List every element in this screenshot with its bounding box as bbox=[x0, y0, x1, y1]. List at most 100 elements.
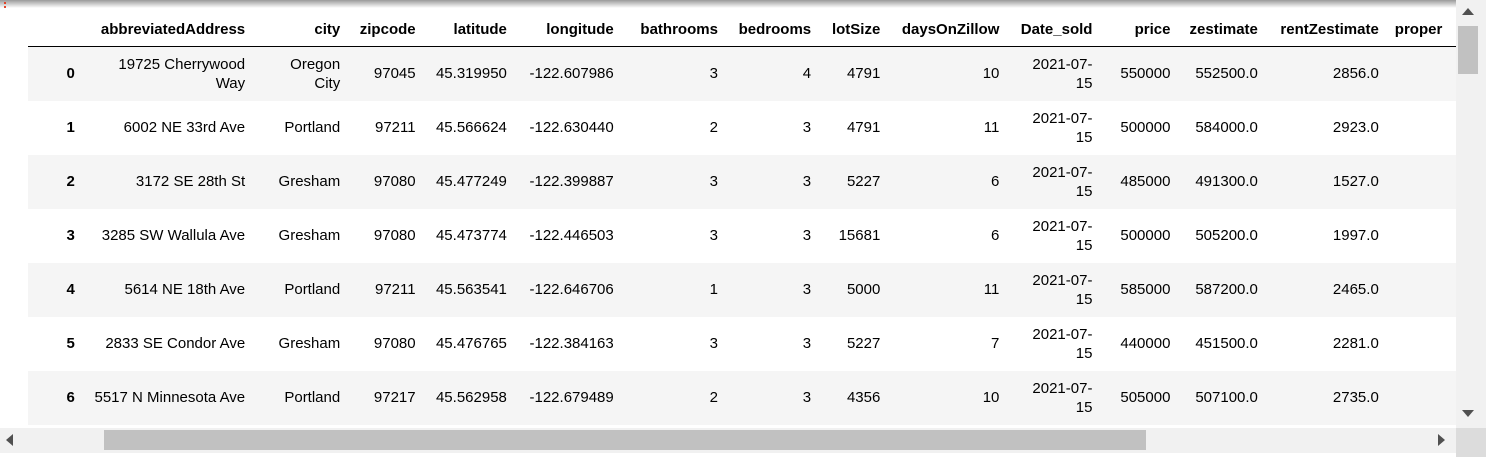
row-index: 4 bbox=[66, 281, 75, 298]
table-body: 0 19725 Cherrywood Way Oregon City 97045 45.… bbox=[28, 46, 1456, 425]
column-header-abbreviatedAddress: abbreviatedAddress bbox=[82, 12, 254, 47]
table-cell bbox=[1387, 101, 1456, 155]
table-row: 1 6002 NE 33rd Ave Portland 97211 45.566624 -… bbox=[28, 100, 1456, 155]
table-row: 0 19725 Cherrywood Way Oregon City 97045 45.… bbox=[28, 46, 1456, 101]
column-header-city: city bbox=[253, 12, 349, 47]
table-cell: 491300.0 bbox=[1195, 173, 1258, 190]
column-header-price: price bbox=[1100, 12, 1179, 47]
table-cell: 585000 bbox=[1120, 281, 1171, 298]
table-cell: 552500.0 bbox=[1195, 65, 1258, 83]
table-cell: 3 bbox=[802, 119, 812, 136]
table-cell: 10 bbox=[982, 389, 1000, 406]
table-cell: 5517 N Minnesota Ave bbox=[94, 389, 246, 406]
table-cell: 2856.0 bbox=[1332, 65, 1379, 83]
column-header-bathrooms: bathrooms bbox=[621, 12, 726, 47]
table-cell: 2021-07- 15 bbox=[1032, 163, 1093, 200]
table-cell: 550000 bbox=[1120, 65, 1171, 83]
table-cell: Gresham bbox=[278, 173, 341, 190]
scroll-down-arrow-icon[interactable] bbox=[1462, 410, 1474, 417]
table-cell: 97211 bbox=[375, 119, 416, 136]
horizontal-scrollbar[interactable] bbox=[0, 428, 1456, 453]
dataframe-output: abbreviatedAddress city zipcode latitude lon… bbox=[0, 0, 1456, 428]
table-cell: 2021-07- 15 bbox=[1032, 217, 1093, 254]
table-cell: 505000 bbox=[1120, 389, 1171, 406]
table-cell: 45.562958 bbox=[435, 389, 507, 406]
table-cell: 11 bbox=[983, 281, 1000, 298]
table-cell: 15681 bbox=[838, 227, 881, 244]
table-cell: 2021-07- 15 bbox=[1032, 379, 1093, 416]
table-cell: 97080 bbox=[373, 335, 416, 352]
table-cell: 2021-07- 15 bbox=[1032, 325, 1093, 362]
table-cell: 3 bbox=[709, 335, 718, 352]
row-index: 2 bbox=[66, 173, 75, 190]
table-cell: -122.646706 bbox=[529, 281, 614, 298]
horizontal-scroll-thumb[interactable] bbox=[104, 430, 1146, 450]
table-cell: -122.446503 bbox=[529, 227, 614, 244]
table-cell: 6 bbox=[991, 173, 1000, 190]
table-cell: 2281.0 bbox=[1332, 335, 1379, 352]
table-row: 2 3172 SE 28th St Gresham 97080 45.477249 -12… bbox=[28, 154, 1456, 209]
table-cell: 2021-07- 15 bbox=[1032, 55, 1093, 92]
table-cell: 10 bbox=[982, 65, 1000, 83]
table-cell: 5227 bbox=[846, 335, 881, 352]
table-cell: 2833 SE Condor Ave bbox=[105, 335, 246, 352]
table-cell: 97080 bbox=[373, 227, 416, 244]
table-cell: 3 bbox=[802, 173, 812, 190]
table-cell: 1527.0 bbox=[1332, 173, 1379, 190]
table-cell: 485000 bbox=[1120, 173, 1171, 190]
table-cell: 500000 bbox=[1120, 227, 1171, 244]
table-cell bbox=[1387, 263, 1456, 317]
table-cell: 3 bbox=[709, 227, 718, 244]
table-row: 4 5614 NE 18th Ave Portland 97211 45.563541 -… bbox=[28, 262, 1456, 317]
vertical-scrollbar[interactable] bbox=[1456, 0, 1486, 428]
table-cell: 451500.0 bbox=[1195, 335, 1258, 352]
table-cell: Oregon City bbox=[290, 55, 341, 92]
row-index: 3 bbox=[66, 227, 75, 244]
table-cell: 2735.0 bbox=[1332, 389, 1379, 406]
table-cell: 4791 bbox=[846, 65, 881, 83]
column-header-rentZestimate: rentZestimate bbox=[1265, 12, 1387, 47]
table-row: 6 5517 N Minnesota Ave Portland 97217 45.562… bbox=[28, 370, 1456, 425]
table-cell: 584000.0 bbox=[1195, 119, 1258, 136]
table-cell: 2 bbox=[709, 389, 718, 406]
table-cell: 4791 bbox=[846, 119, 881, 136]
column-header-lotSize: lotSize bbox=[819, 12, 889, 47]
table-cell: 4356 bbox=[846, 389, 881, 406]
scroll-right-arrow-icon[interactable] bbox=[1438, 434, 1445, 446]
table-cell: 500000 bbox=[1120, 119, 1171, 136]
vertical-scroll-thumb[interactable] bbox=[1458, 26, 1478, 74]
row-index: 5 bbox=[66, 335, 75, 352]
dataframe-table: abbreviatedAddress city zipcode latitude lon… bbox=[28, 12, 1456, 425]
scroll-up-arrow-icon[interactable] bbox=[1462, 8, 1474, 15]
column-header-daysOnZillow: daysOnZillow bbox=[888, 12, 1008, 47]
table-cell: 3172 SE 28th St bbox=[135, 173, 246, 190]
table-row: 5 2833 SE Condor Ave Gresham 97080 45.476765… bbox=[28, 316, 1456, 371]
table-cell: 97211 bbox=[375, 281, 416, 298]
table-cell: 11 bbox=[983, 119, 1000, 136]
table-cell: 505200.0 bbox=[1195, 227, 1258, 244]
table-cell bbox=[1387, 371, 1456, 425]
table-cell: 2923.0 bbox=[1332, 119, 1379, 136]
table-cell: 2021-07- 15 bbox=[1032, 109, 1093, 146]
table-cell: 2021-07- 15 bbox=[1032, 271, 1093, 308]
table-cell: Gresham bbox=[278, 335, 341, 352]
table-cell: 97080 bbox=[373, 173, 416, 190]
table-cell: 3 bbox=[709, 173, 718, 190]
table-cell: -122.630440 bbox=[529, 119, 614, 136]
table-cell bbox=[1387, 47, 1456, 101]
table-cell: 3 bbox=[709, 65, 718, 83]
table-cell: 5614 NE 18th Ave bbox=[124, 281, 246, 298]
table-cell: 5000 bbox=[846, 281, 881, 298]
output-top-shadow bbox=[0, 0, 1456, 8]
table-row: 3 3285 SW Wallula Ave Gresham 97080 45.47377… bbox=[28, 208, 1456, 263]
table-cell: 7 bbox=[991, 335, 1000, 352]
table-cell: 1 bbox=[709, 281, 718, 298]
table-cell: 6002 NE 33rd Ave bbox=[123, 119, 246, 136]
scroll-left-arrow-icon[interactable] bbox=[6, 434, 13, 446]
table-cell: 3 bbox=[802, 335, 812, 352]
table-cell: 1997.0 bbox=[1332, 227, 1379, 244]
table-cell: 45.319950 bbox=[435, 65, 507, 83]
table-cell: -122.384163 bbox=[529, 335, 614, 352]
table-cell: 440000 bbox=[1120, 335, 1171, 352]
table-cell bbox=[1387, 209, 1456, 263]
